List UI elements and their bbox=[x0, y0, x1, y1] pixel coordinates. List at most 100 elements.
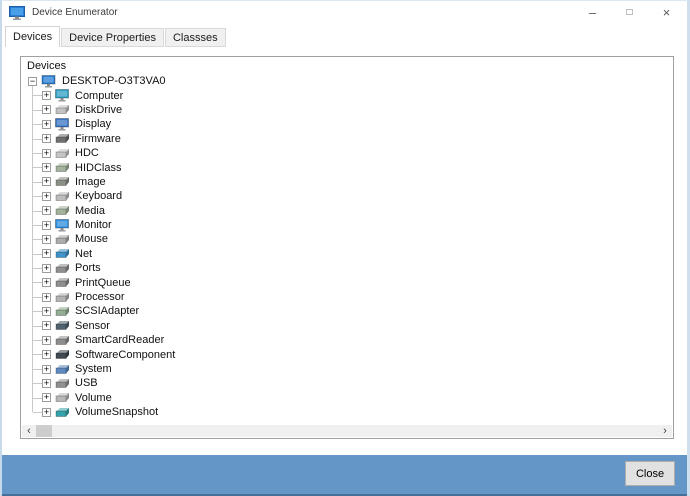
printqueue-icon bbox=[55, 278, 69, 288]
usb-icon bbox=[55, 378, 69, 388]
tree-item-label: HIDClass bbox=[75, 161, 122, 174]
tree-item-icon-holder bbox=[55, 247, 70, 260]
expand-icon[interactable]: + bbox=[42, 321, 51, 331]
tree-connector-line bbox=[33, 253, 42, 255]
expand-icon[interactable]: + bbox=[42, 364, 51, 374]
horizontal-scrollbar[interactable]: ‹ › bbox=[22, 425, 672, 437]
tree-item-row[interactable]: + HIDClass bbox=[22, 160, 672, 174]
tree-item-row[interactable]: + Computer bbox=[22, 88, 672, 102]
expand-icon[interactable]: + bbox=[42, 335, 51, 345]
tree-item-label: Firmware bbox=[75, 132, 121, 145]
tree-item-label: SCSIAdapter bbox=[75, 305, 140, 318]
monitor-device-icon bbox=[55, 218, 69, 232]
expand-icon[interactable]: + bbox=[42, 206, 51, 216]
scroll-right-icon[interactable]: › bbox=[658, 425, 672, 437]
expand-icon[interactable]: + bbox=[42, 91, 51, 101]
tree-item-row[interactable]: + Monitor bbox=[22, 218, 672, 232]
expand-icon[interactable]: + bbox=[42, 191, 51, 201]
system-icon bbox=[55, 364, 69, 374]
tree-item-row[interactable]: + System bbox=[22, 362, 672, 376]
tree-item-icon-holder bbox=[55, 291, 70, 304]
expand-icon[interactable]: + bbox=[42, 278, 51, 288]
tree-item-icon-holder bbox=[55, 305, 70, 318]
devices-panel: Devices − DESKTOP-O3T3VA0 + Computer + DiskDr… bbox=[20, 56, 674, 439]
smartcardreader-icon bbox=[55, 335, 69, 345]
tree-root-row[interactable]: − DESKTOP-O3T3VA0 bbox=[22, 74, 672, 88]
tree-item-row[interactable]: + Ports bbox=[22, 261, 672, 275]
expand-icon[interactable]: + bbox=[42, 177, 51, 187]
tree-item-row[interactable]: + Sensor bbox=[22, 319, 672, 333]
expand-icon[interactable]: + bbox=[42, 350, 51, 360]
expand-icon[interactable]: + bbox=[42, 105, 51, 115]
tree-item-icon-holder bbox=[41, 74, 57, 88]
tree-item-row[interactable]: + VolumeSnapshot bbox=[22, 405, 672, 419]
tree-item-icon-holder bbox=[55, 377, 70, 390]
tree-item-label: SmartCardReader bbox=[75, 334, 165, 347]
tree-connector-line bbox=[33, 196, 42, 198]
close-icon[interactable]: × bbox=[648, 1, 685, 24]
expand-icon[interactable]: + bbox=[42, 306, 51, 316]
close-button[interactable]: Close bbox=[625, 461, 675, 486]
tree-item-label: Net bbox=[75, 247, 93, 260]
tree-item-row[interactable]: + Processor bbox=[22, 290, 672, 304]
tree-item-row[interactable]: + Display bbox=[22, 117, 672, 131]
hidclass-icon bbox=[55, 163, 69, 173]
expand-icon[interactable]: + bbox=[42, 148, 51, 158]
tree-item-label: DESKTOP-O3T3VA0 bbox=[62, 75, 166, 88]
tree-connector-line bbox=[33, 411, 42, 413]
tree-item-row[interactable]: + Net bbox=[22, 247, 672, 261]
expand-icon[interactable]: + bbox=[42, 220, 51, 230]
tree-item-row[interactable]: + USB bbox=[22, 376, 672, 390]
window-controls: – □ × bbox=[574, 1, 685, 24]
tab-device-properties[interactable]: Device Properties bbox=[61, 28, 164, 47]
tree-item-row[interactable]: + Image bbox=[22, 175, 672, 189]
tree-item-row[interactable]: + DiskDrive bbox=[22, 103, 672, 117]
expand-icon[interactable]: + bbox=[42, 292, 51, 302]
expand-icon[interactable]: + bbox=[42, 134, 51, 144]
title-bar: Device Enumerator – □ × bbox=[2, 1, 687, 24]
tab-classes[interactable]: Classses bbox=[164, 28, 226, 47]
expand-icon[interactable]: + bbox=[42, 407, 51, 417]
tree-connector-line bbox=[33, 181, 42, 183]
tree-item-label: DiskDrive bbox=[75, 103, 123, 116]
tree-item-label: Processor bbox=[75, 291, 125, 304]
expand-icon[interactable]: + bbox=[42, 163, 51, 173]
expand-icon[interactable]: + bbox=[42, 249, 51, 259]
tree-item-row[interactable]: + HDC bbox=[22, 146, 672, 160]
volume-icon bbox=[55, 393, 69, 403]
tree-item-icon-holder bbox=[55, 276, 70, 289]
maximize-icon[interactable]: □ bbox=[611, 1, 648, 24]
tree-item-row[interactable]: + SmartCardReader bbox=[22, 333, 672, 347]
tree-item-row[interactable]: + Firmware bbox=[22, 132, 672, 146]
hdc-icon bbox=[55, 148, 69, 158]
tree-item-icon-holder bbox=[55, 190, 70, 203]
tree-item-label: Display bbox=[75, 118, 112, 131]
expand-icon[interactable]: + bbox=[42, 234, 51, 244]
tree-item-row[interactable]: + Volume bbox=[22, 391, 672, 405]
collapse-icon[interactable]: − bbox=[28, 76, 37, 86]
tree-item-label: System bbox=[75, 363, 112, 375]
tree-item-icon-holder bbox=[55, 204, 70, 217]
tab-devices[interactable]: Devices bbox=[5, 26, 61, 47]
tree-item-row[interactable]: + Keyboard bbox=[22, 189, 672, 203]
tree-item-row[interactable]: + SoftwareComponent bbox=[22, 347, 672, 361]
tree-connector-line bbox=[33, 354, 42, 356]
scrollbar-thumb[interactable] bbox=[36, 425, 52, 437]
tree-item-row[interactable]: + Media bbox=[22, 204, 672, 218]
tree-item-label: Keyboard bbox=[75, 190, 123, 203]
tree-connector-line bbox=[33, 268, 42, 270]
expand-icon[interactable]: + bbox=[42, 378, 51, 388]
expand-icon[interactable]: + bbox=[42, 263, 51, 273]
tree-item-row[interactable]: + Mouse bbox=[22, 232, 672, 246]
expand-icon[interactable]: + bbox=[42, 393, 51, 403]
minimize-icon[interactable]: – bbox=[574, 1, 611, 24]
expand-icon[interactable]: + bbox=[42, 119, 51, 129]
tree-item-row[interactable]: + SCSIAdapter bbox=[22, 304, 672, 318]
tree-item-row[interactable]: + PrintQueue bbox=[22, 275, 672, 289]
tree-connector-line bbox=[33, 282, 42, 284]
tree-connector-line bbox=[33, 311, 42, 313]
media-icon bbox=[55, 206, 69, 216]
diskdrive-icon bbox=[55, 105, 69, 115]
scroll-left-icon[interactable]: ‹ bbox=[22, 425, 36, 437]
tree-connector-line bbox=[33, 368, 42, 370]
